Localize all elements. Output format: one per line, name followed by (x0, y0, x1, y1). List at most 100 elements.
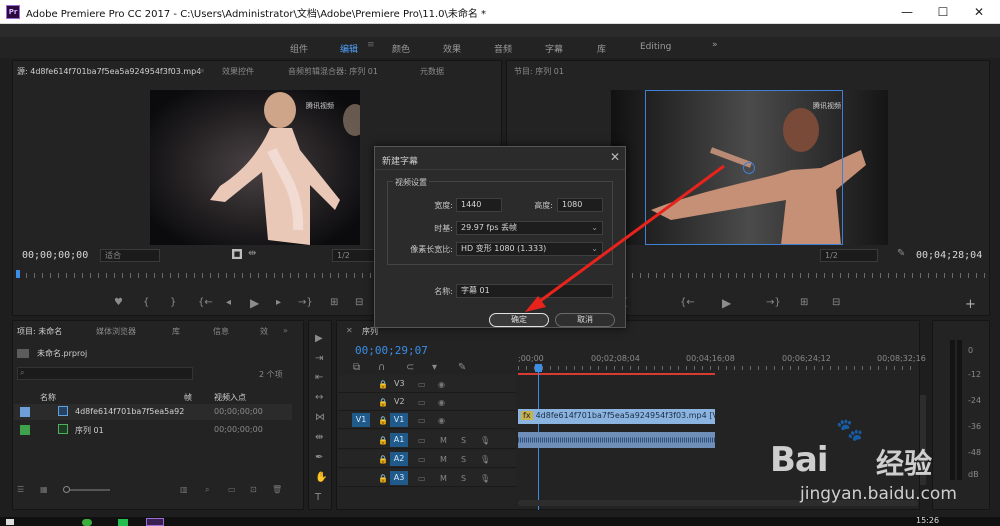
program-go-to-out-icon[interactable]: →} (766, 297, 781, 308)
timeline-close-icon[interactable]: ✕ (346, 326, 353, 335)
tab-info[interactable]: 信息 (213, 326, 229, 337)
workspace-editing[interactable]: 编辑 (340, 42, 358, 55)
column-name-header[interactable]: 名称 (40, 392, 56, 403)
sync-lock-icon[interactable]: ▭ (418, 474, 426, 483)
new-item-icon[interactable]: ⊡ (250, 485, 257, 494)
track-lock-icon[interactable]: 🔒 (378, 416, 388, 425)
dialog-close-icon[interactable]: ✕ (610, 150, 620, 164)
workspace-editing-custom[interactable]: Editing (640, 42, 671, 52)
maximize-button[interactable]: ☐ (928, 2, 958, 22)
source-mark-in-icon[interactable]: { (143, 297, 149, 308)
source-go-to-in-icon[interactable]: {← (198, 297, 213, 308)
tab-source[interactable]: 源: 4d8fe614f701ba7f5ea5a924954f3f03.mp4 (17, 66, 201, 77)
workspace-assembly[interactable]: 组件 (290, 42, 308, 55)
video-clip[interactable]: fx 4d8fe614f701ba7f5ea5a924954f3f03.mp4 [… (518, 409, 715, 424)
minimize-button[interactable]: — (892, 2, 922, 22)
microphone-icon[interactable]: 🎙 (480, 474, 490, 483)
workspace-libraries[interactable]: 库 (597, 42, 606, 55)
title-name-input[interactable]: 字幕 01 (456, 284, 613, 298)
ok-button[interactable]: 确定 (489, 313, 549, 327)
program-play-icon[interactable]: ▶ (722, 296, 731, 310)
sync-lock-icon[interactable]: ▭ (418, 380, 426, 389)
taskbar-wechat-icon[interactable] (118, 519, 128, 526)
tab-media-browser[interactable]: 媒体浏览器 (96, 326, 136, 337)
tab-program[interactable]: 节目: 序列 01 (514, 66, 564, 77)
taskbar-premiere-icon[interactable] (146, 518, 164, 526)
source-insert-icon[interactable]: ⊞ (330, 297, 338, 308)
add-marker-icon[interactable]: ▾ (432, 362, 437, 373)
sync-lock-icon[interactable]: ▭ (418, 416, 426, 425)
zoom-slider-handle[interactable] (63, 486, 70, 493)
workspace-menu-icon[interactable]: ≡ (367, 40, 375, 50)
height-field[interactable]: 1080 (557, 198, 603, 212)
hand-tool-icon[interactable]: ✋ (315, 472, 327, 483)
track-lock-icon[interactable]: 🔒 (378, 436, 388, 445)
linked-selection-icon[interactable]: ⊂ (406, 362, 414, 373)
timeline-timecode[interactable]: 00;00;29;07 (355, 344, 428, 357)
track-name-a2[interactable]: A2 (390, 452, 408, 466)
solo-button[interactable]: S (461, 436, 466, 445)
toggle-output-eye-icon[interactable]: ◉ (438, 398, 445, 407)
program-lift-icon[interactable]: ⊞ (800, 297, 808, 308)
ripple-edit-tool-icon[interactable]: ⇤ (315, 372, 323, 383)
source-step-back-icon[interactable]: ◂ (226, 297, 231, 308)
timebase-select[interactable]: 29.97 fps 丢帧 ⌄ (456, 221, 603, 235)
source-step-forward-icon[interactable]: ▸ (276, 297, 281, 308)
razor-tool-icon[interactable]: ⋈ (315, 412, 325, 423)
tab-libraries[interactable]: 库 (172, 326, 180, 337)
track-name-a3[interactable]: A3 (390, 471, 408, 485)
snap-icon[interactable]: ∩ (378, 362, 385, 373)
source-overwrite-icon[interactable]: ⊟ (355, 297, 363, 308)
clear-icon[interactable]: 🗑 (272, 485, 282, 494)
microphone-icon[interactable]: 🎙 (480, 436, 490, 445)
track-name-v1[interactable]: V1 (390, 413, 408, 427)
workspace-overflow-icon[interactable]: » (712, 40, 718, 50)
new-bin-icon[interactable]: ▭ (228, 485, 236, 494)
panel-overflow-icon[interactable]: » (283, 326, 288, 335)
solo-button[interactable]: S (461, 474, 466, 483)
workspace-audio[interactable]: 音频 (494, 42, 512, 55)
track-lock-icon[interactable]: 🔒 (378, 380, 388, 389)
source-playhead[interactable] (16, 270, 20, 278)
track-name-a1[interactable]: A1 (390, 433, 408, 447)
microphone-icon[interactable]: 🎙 (480, 455, 490, 464)
selection-tool-icon[interactable]: ▶ (315, 333, 323, 344)
automate-to-sequence-icon[interactable]: ▥ (180, 485, 188, 494)
workspace-titles[interactable]: 字幕 (545, 42, 563, 55)
mute-button[interactable]: M (440, 474, 447, 483)
find-icon[interactable]: ⌕ (205, 485, 209, 495)
toggle-output-eye-icon[interactable]: ◉ (438, 380, 445, 389)
audio-clip[interactable] (518, 432, 715, 448)
zoom-slider[interactable] (65, 489, 110, 491)
tab-metadata[interactable]: 元数据 (420, 66, 444, 77)
close-window-button[interactable]: ✕ (964, 2, 994, 22)
width-field[interactable]: 1440 (456, 198, 502, 212)
timeline-ruler[interactable] (518, 366, 916, 370)
mute-button[interactable]: M (440, 455, 447, 464)
project-search-input[interactable] (17, 367, 193, 380)
source-fit-select[interactable]: 适合 (100, 249, 160, 262)
tab-audio-mixer[interactable]: 音频剪辑混合器: 序列 01 (288, 66, 378, 77)
program-ratio-select[interactable]: 1/2 (820, 249, 878, 262)
timeline-playhead-handle[interactable] (535, 364, 542, 372)
type-tool-icon[interactable]: T (315, 492, 321, 503)
tab-project[interactable]: 项目: 未命名 (17, 326, 62, 337)
pen-tool-icon[interactable]: ✒ (315, 452, 323, 463)
track-lock-icon[interactable]: 🔒 (378, 455, 388, 464)
source-add-marker-icon[interactable]: ♥ (114, 297, 123, 308)
track-lock-icon[interactable]: 🔒 (378, 398, 388, 407)
anchor-point-handle[interactable] (743, 162, 755, 174)
pixel-aspect-select[interactable]: HD 变形 1080 (1.333) ⌄ (456, 242, 603, 256)
list-view-icon[interactable]: ☰ (17, 485, 24, 494)
column-framerate-header[interactable]: 帧 (184, 392, 192, 403)
tab-effect-controls[interactable]: 效果控件 (222, 66, 254, 77)
cancel-button[interactable]: 取消 (555, 313, 615, 327)
mute-button[interactable]: M (440, 436, 447, 445)
track-lock-icon[interactable]: 🔒 (378, 474, 388, 483)
toggle-output-eye-icon[interactable]: ◉ (438, 416, 445, 425)
workspace-effects[interactable]: 效果 (443, 42, 461, 55)
rate-stretch-tool-icon[interactable]: ↔ (315, 392, 323, 403)
tab-menu-icon[interactable]: ≡ (198, 66, 205, 75)
tab-effects[interactable]: 效 (260, 326, 268, 337)
start-button-icon[interactable] (6, 519, 14, 525)
